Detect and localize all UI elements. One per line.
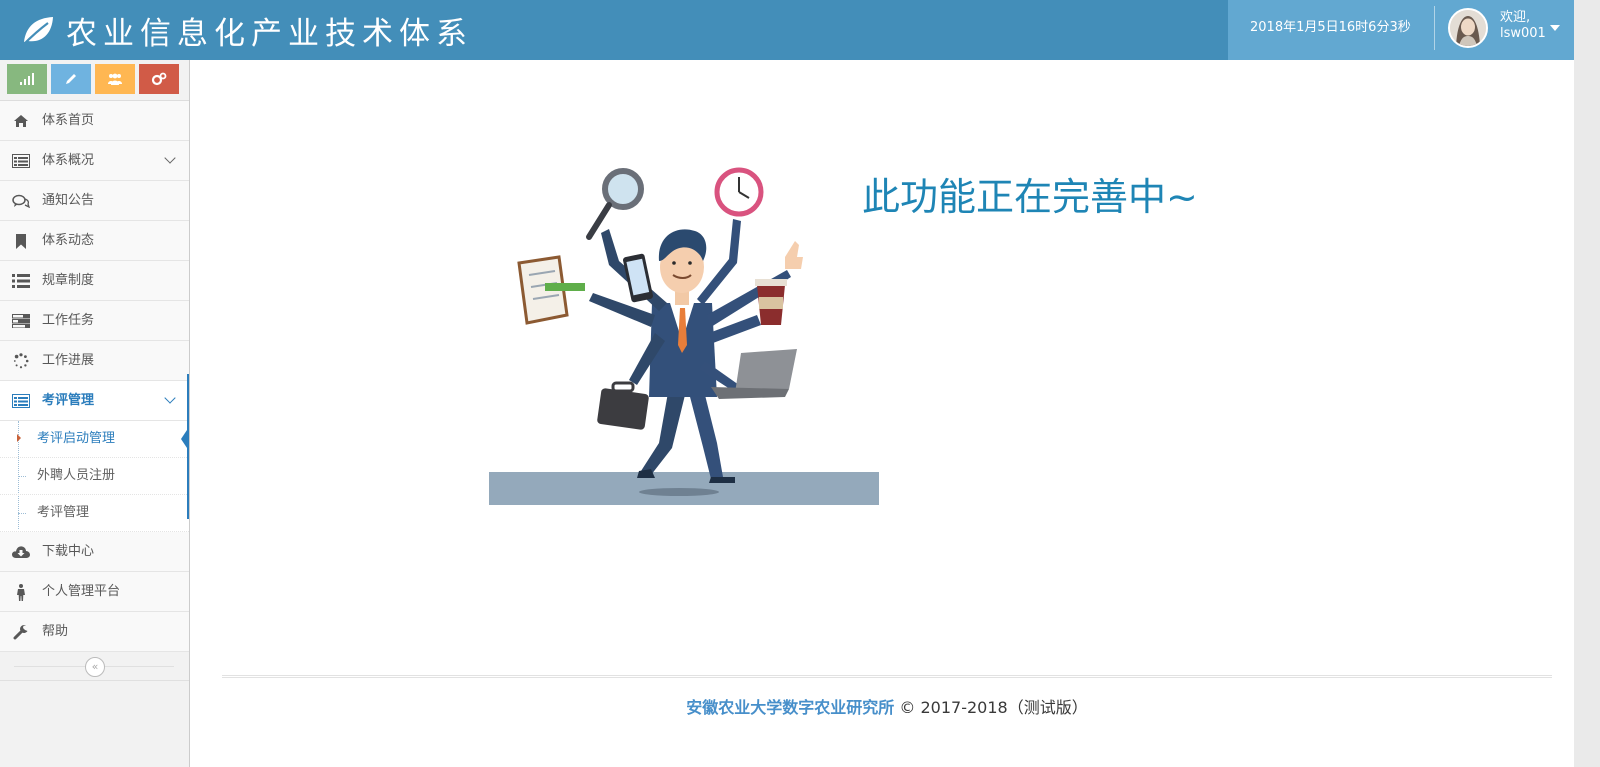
sidebar-item-news[interactable]: 体系动态 — [0, 221, 189, 261]
user-avatar-icon — [1450, 10, 1486, 46]
signal-icon — [20, 73, 34, 85]
sidebar-item-label: 体系动态 — [42, 233, 95, 248]
wrench-icon — [12, 623, 30, 641]
sidebar: 体系首页 体系概况 通知公告 体系动态 规章制度 工作任务 工作进展 考评管理 … — [0, 60, 190, 767]
spinner-icon — [12, 352, 30, 370]
list-alt-icon — [12, 392, 30, 410]
chevron-down-icon — [164, 152, 176, 164]
list-icon — [12, 272, 30, 290]
bookmark-icon — [12, 232, 30, 250]
submenu-tick — [18, 513, 26, 514]
home-icon — [12, 112, 30, 130]
busy-businessman-illustration — [489, 167, 879, 505]
avatar[interactable] — [1448, 8, 1488, 48]
brand[interactable]: 农业信息化产业技术体系 — [20, 0, 473, 60]
submenu-tick — [18, 476, 26, 477]
sidebar-item-home[interactable]: 体系首页 — [0, 101, 189, 141]
sidebar-item-label: 体系概况 — [42, 153, 95, 168]
sidebar-item-downloads[interactable]: 下载中心 — [0, 532, 189, 572]
sidebar-item-personal-platform[interactable]: 个人管理平台 — [0, 572, 189, 612]
sidebar-item-label: 工作进展 — [42, 353, 95, 368]
footer-org-link[interactable]: 安徽农业大学数字农业研究所 — [686, 698, 894, 717]
app-title: 农业信息化产业技术体系 — [66, 15, 473, 52]
sidebar-item-label: 工作任务 — [42, 313, 95, 328]
shortcut-stats-button[interactable] — [7, 64, 47, 94]
sidebar-item-label: 通知公告 — [42, 193, 95, 208]
page-scrollbar[interactable] — [1574, 0, 1600, 767]
sidebar-item-progress[interactable]: 工作进展 — [0, 341, 189, 381]
users-icon — [108, 73, 122, 85]
username: lsw001 — [1500, 26, 1546, 41]
caret-right-icon — [17, 434, 21, 442]
active-menu-bar — [187, 374, 189, 519]
sidebar-item-label: 体系首页 — [42, 113, 95, 128]
top-navbar: 农业信息化产业技术体系 2018年1月5日16时6分3秒 欢迎, lsw001 — [0, 0, 1574, 60]
sidebar-item-label: 个人管理平台 — [42, 584, 121, 599]
submenu-item-label: 考评启动管理 — [37, 431, 116, 446]
wip-message: 此功能正在完善中~ — [862, 175, 1198, 219]
chevron-down-icon — [164, 392, 176, 404]
tasks-icon — [12, 312, 30, 330]
nav-divider — [1434, 6, 1435, 50]
sidebar-item-label: 帮助 — [42, 624, 69, 639]
submenu-item-evaluation-manage[interactable]: 考评管理 — [0, 495, 189, 532]
sidebar-item-label: 规章制度 — [42, 273, 95, 288]
sidebar-item-notices[interactable]: 通知公告 — [0, 181, 189, 221]
cloud-download-icon — [12, 543, 30, 561]
leaf-icon — [22, 17, 53, 46]
male-icon — [12, 583, 30, 601]
sidebar-item-overview[interactable]: 体系概况 — [0, 141, 189, 181]
shortcut-edit-button[interactable] — [51, 64, 91, 94]
user-area: 2018年1月5日16时6分3秒 欢迎, lsw001 — [1228, 0, 1574, 60]
footer-divider — [222, 675, 1552, 678]
submenu-item-external-registration[interactable]: 外聘人员注册 — [0, 458, 189, 495]
comments-icon — [12, 192, 30, 210]
pencil-icon — [66, 74, 76, 84]
sidebar-item-tasks[interactable]: 工作任务 — [0, 301, 189, 341]
footer: 安徽农业大学数字农业研究所 © 2017-2018（测试版） — [222, 694, 1552, 718]
user-menu-toggle[interactable]: 欢迎, lsw001 — [1500, 10, 1546, 42]
submenu-item-evaluation-launch[interactable]: 考评启动管理 — [0, 421, 189, 458]
cogs-icon — [151, 72, 167, 86]
sidebar-item-help[interactable]: 帮助 — [0, 612, 189, 652]
datetime-display: 2018年1月5日16时6分3秒 — [1250, 20, 1411, 35]
submenu-item-label: 考评管理 — [37, 505, 90, 520]
submenu-item-label: 外聘人员注册 — [37, 468, 116, 483]
sidebar-collapse: « — [0, 652, 189, 681]
sidebar-item-label: 考评管理 — [42, 393, 95, 408]
welcome-text: 欢迎, — [1500, 10, 1531, 25]
caret-down-icon[interactable] — [1550, 25, 1560, 31]
sidebar-item-regulations[interactable]: 规章制度 — [0, 261, 189, 301]
list-alt-icon — [12, 152, 30, 170]
sidebar-item-evaluation[interactable]: 考评管理 — [0, 381, 189, 421]
shortcut-users-button[interactable] — [95, 64, 135, 94]
shortcut-settings-button[interactable] — [139, 64, 179, 94]
evaluation-submenu: 考评启动管理 外聘人员注册 考评管理 — [0, 421, 189, 532]
double-left-icon[interactable]: « — [85, 657, 105, 677]
footer-copyright: © 2017-2018（测试版） — [899, 698, 1088, 717]
sidebar-shortcuts — [0, 60, 189, 101]
sidebar-item-label: 下载中心 — [42, 544, 95, 559]
